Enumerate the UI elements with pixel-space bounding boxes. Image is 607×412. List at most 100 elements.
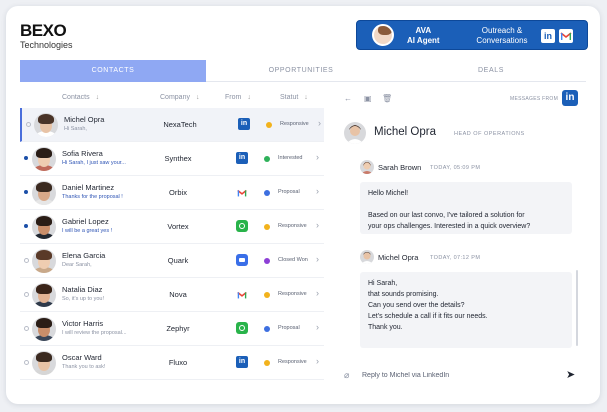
tab-opportunities[interactable]: OPPORTUNITIES — [206, 60, 396, 82]
status-label: Responsive — [278, 223, 307, 229]
message-preview: I will review the proposal... — [62, 330, 127, 336]
avatar — [32, 147, 56, 171]
contact-name: Elena Garcia — [62, 251, 106, 260]
tab-contacts[interactable]: CONTACTS — [20, 60, 206, 82]
status-dot — [264, 258, 270, 264]
send-icon[interactable]: ➤ — [566, 368, 575, 381]
tab-deals[interactable]: DEALS — [396, 60, 586, 82]
chevron-right-icon[interactable]: › — [316, 220, 319, 230]
status-dot — [264, 360, 270, 366]
unread-dot — [24, 156, 28, 160]
status-dot — [264, 326, 270, 332]
gmail-icon — [236, 288, 248, 300]
company-name: Quark — [167, 256, 189, 265]
linkedin-icon[interactable]: in — [562, 90, 578, 106]
whatsapp-icon — [236, 322, 248, 334]
message-line: that sounds promising. — [368, 291, 439, 298]
company-name: NexaTech — [163, 120, 197, 129]
header-status[interactable]: Statut ↓ — [280, 94, 308, 101]
avatar — [32, 249, 56, 273]
contact-row[interactable]: Michel Opra Hi Sarah, NexaTech in Responsive… — [20, 108, 324, 142]
chevron-right-icon[interactable]: › — [318, 118, 321, 128]
google-meet-icon — [236, 254, 248, 266]
message-preview: Dear Sarah, — [62, 262, 92, 268]
message-preview: Thanks for the proposal ! — [62, 194, 123, 200]
message-author: Sarah Brown — [378, 163, 422, 172]
brand-name: BEXO — [20, 21, 67, 40]
chevron-right-icon[interactable]: › — [316, 152, 319, 162]
agent-campaign-line1: Outreach & — [481, 26, 523, 35]
sort-arrow-down-icon: ↓ — [95, 94, 100, 101]
chevron-right-icon[interactable]: › — [316, 356, 319, 366]
avatar — [32, 215, 56, 239]
linkedin-icon: in — [236, 356, 248, 368]
header-from[interactable]: From ↓ — [225, 94, 251, 101]
company-name: Synthex — [164, 154, 192, 163]
avatar — [32, 181, 56, 205]
contact-name: Oscar Ward — [62, 353, 102, 362]
contact-row[interactable]: Elena Garcia Dear Sarah, Quark Closed Won › — [20, 244, 324, 278]
status-label: Responsive — [280, 121, 309, 127]
agent-avatar — [372, 24, 394, 46]
brand-logo: BEXO Technologies — [20, 22, 73, 50]
chevron-right-icon[interactable]: › — [316, 322, 319, 332]
contact-name: Victor Harris — [62, 319, 104, 328]
read-dot — [24, 258, 29, 263]
contact-name: Gabriel Lopez — [62, 217, 109, 226]
chevron-right-icon[interactable]: › — [316, 254, 319, 264]
message-author-avatar — [360, 250, 374, 264]
message-preview: Hi Sarah, — [64, 126, 87, 132]
message-line: Hi Sarah, — [368, 280, 398, 287]
contact-row[interactable]: Sofia Rivera Hi Sarah, I just saw your...… — [20, 142, 324, 176]
header-contacts[interactable]: Contacts ↓ — [62, 94, 99, 101]
chevron-right-icon[interactable]: › — [316, 288, 319, 298]
company-name: Nova — [169, 290, 187, 299]
company-name: Vortex — [167, 222, 189, 231]
contact-avatar — [344, 122, 366, 144]
status-label: Responsive — [278, 359, 307, 365]
sort-arrow-down-icon: ↓ — [304, 94, 308, 101]
contact-row[interactable]: Victor Harris I will review the proposal.… — [20, 312, 324, 346]
contact-name: Michel Opra — [64, 115, 105, 124]
avatar — [32, 283, 56, 307]
contact-row[interactable]: Daniel Martinez Thanks for the proposal !… — [20, 176, 324, 210]
archive-icon[interactable]: ▣ — [364, 94, 372, 103]
status-dot — [264, 156, 270, 162]
avatar — [34, 113, 58, 137]
read-dot — [24, 360, 29, 365]
contact-row[interactable]: Gabriel Lopez I will be a great yes ! Vort… — [20, 210, 324, 244]
status-label: Responsive — [278, 291, 307, 297]
avatar — [32, 351, 56, 375]
sort-arrow-down-icon: ↓ — [195, 94, 200, 101]
scrollbar[interactable] — [576, 270, 578, 346]
message-line: Let's schedule a call if it fits our nee… — [368, 313, 488, 320]
contact-row[interactable]: Natalia Diaz So, it's up to you! Nova Respo… — [20, 278, 324, 312]
message-bubble: Hi Sarah, that sounds promising. Can you… — [360, 272, 572, 348]
unread-dot — [24, 190, 28, 194]
message-time: TODAY, 07:12 PM — [430, 255, 481, 261]
brand-subtitle: Technologies — [20, 40, 73, 50]
conversation-panel: ← ▣ 🗑 MESSAGES FROM in Michel Opra HEAD … — [340, 90, 588, 398]
contact-name: Sofia Rivera — [62, 149, 103, 158]
contact-row[interactable]: Oscar Ward Thank you to ask! Fluxo in Respon… — [20, 346, 324, 380]
agent-campaign: Outreach & Conversations — [467, 26, 537, 46]
attachment-icon[interactable]: ⌀ — [344, 370, 349, 381]
agent-name: AVA AI Agent — [407, 26, 440, 46]
reply-bar: ⌀ ➤ — [340, 364, 588, 386]
messages-from-label: MESSAGES FROM — [510, 96, 559, 102]
status-label: Proposal — [278, 325, 300, 331]
trash-icon[interactable]: 🗑 — [382, 94, 392, 103]
reply-input[interactable] — [362, 367, 558, 383]
message-preview: Hi Sarah, I just saw your... — [62, 160, 126, 166]
read-dot — [24, 292, 29, 297]
message-bubble: Hello Michel! Based on our last convo, I… — [360, 182, 572, 234]
message-line: Can you send over the details? — [368, 302, 465, 309]
back-arrow-icon[interactable]: ← — [344, 94, 352, 103]
status-dot — [266, 122, 272, 128]
whatsapp-icon — [236, 220, 248, 232]
chevron-right-icon[interactable]: › — [316, 186, 319, 196]
ai-agent-banner[interactable]: AVA AI Agent Outreach & Conversations in — [356, 20, 588, 50]
header-company[interactable]: Company ↓ — [160, 94, 199, 101]
sort-arrow-down-icon: ↓ — [247, 94, 251, 101]
agent-name-line2: AI Agent — [407, 36, 440, 45]
